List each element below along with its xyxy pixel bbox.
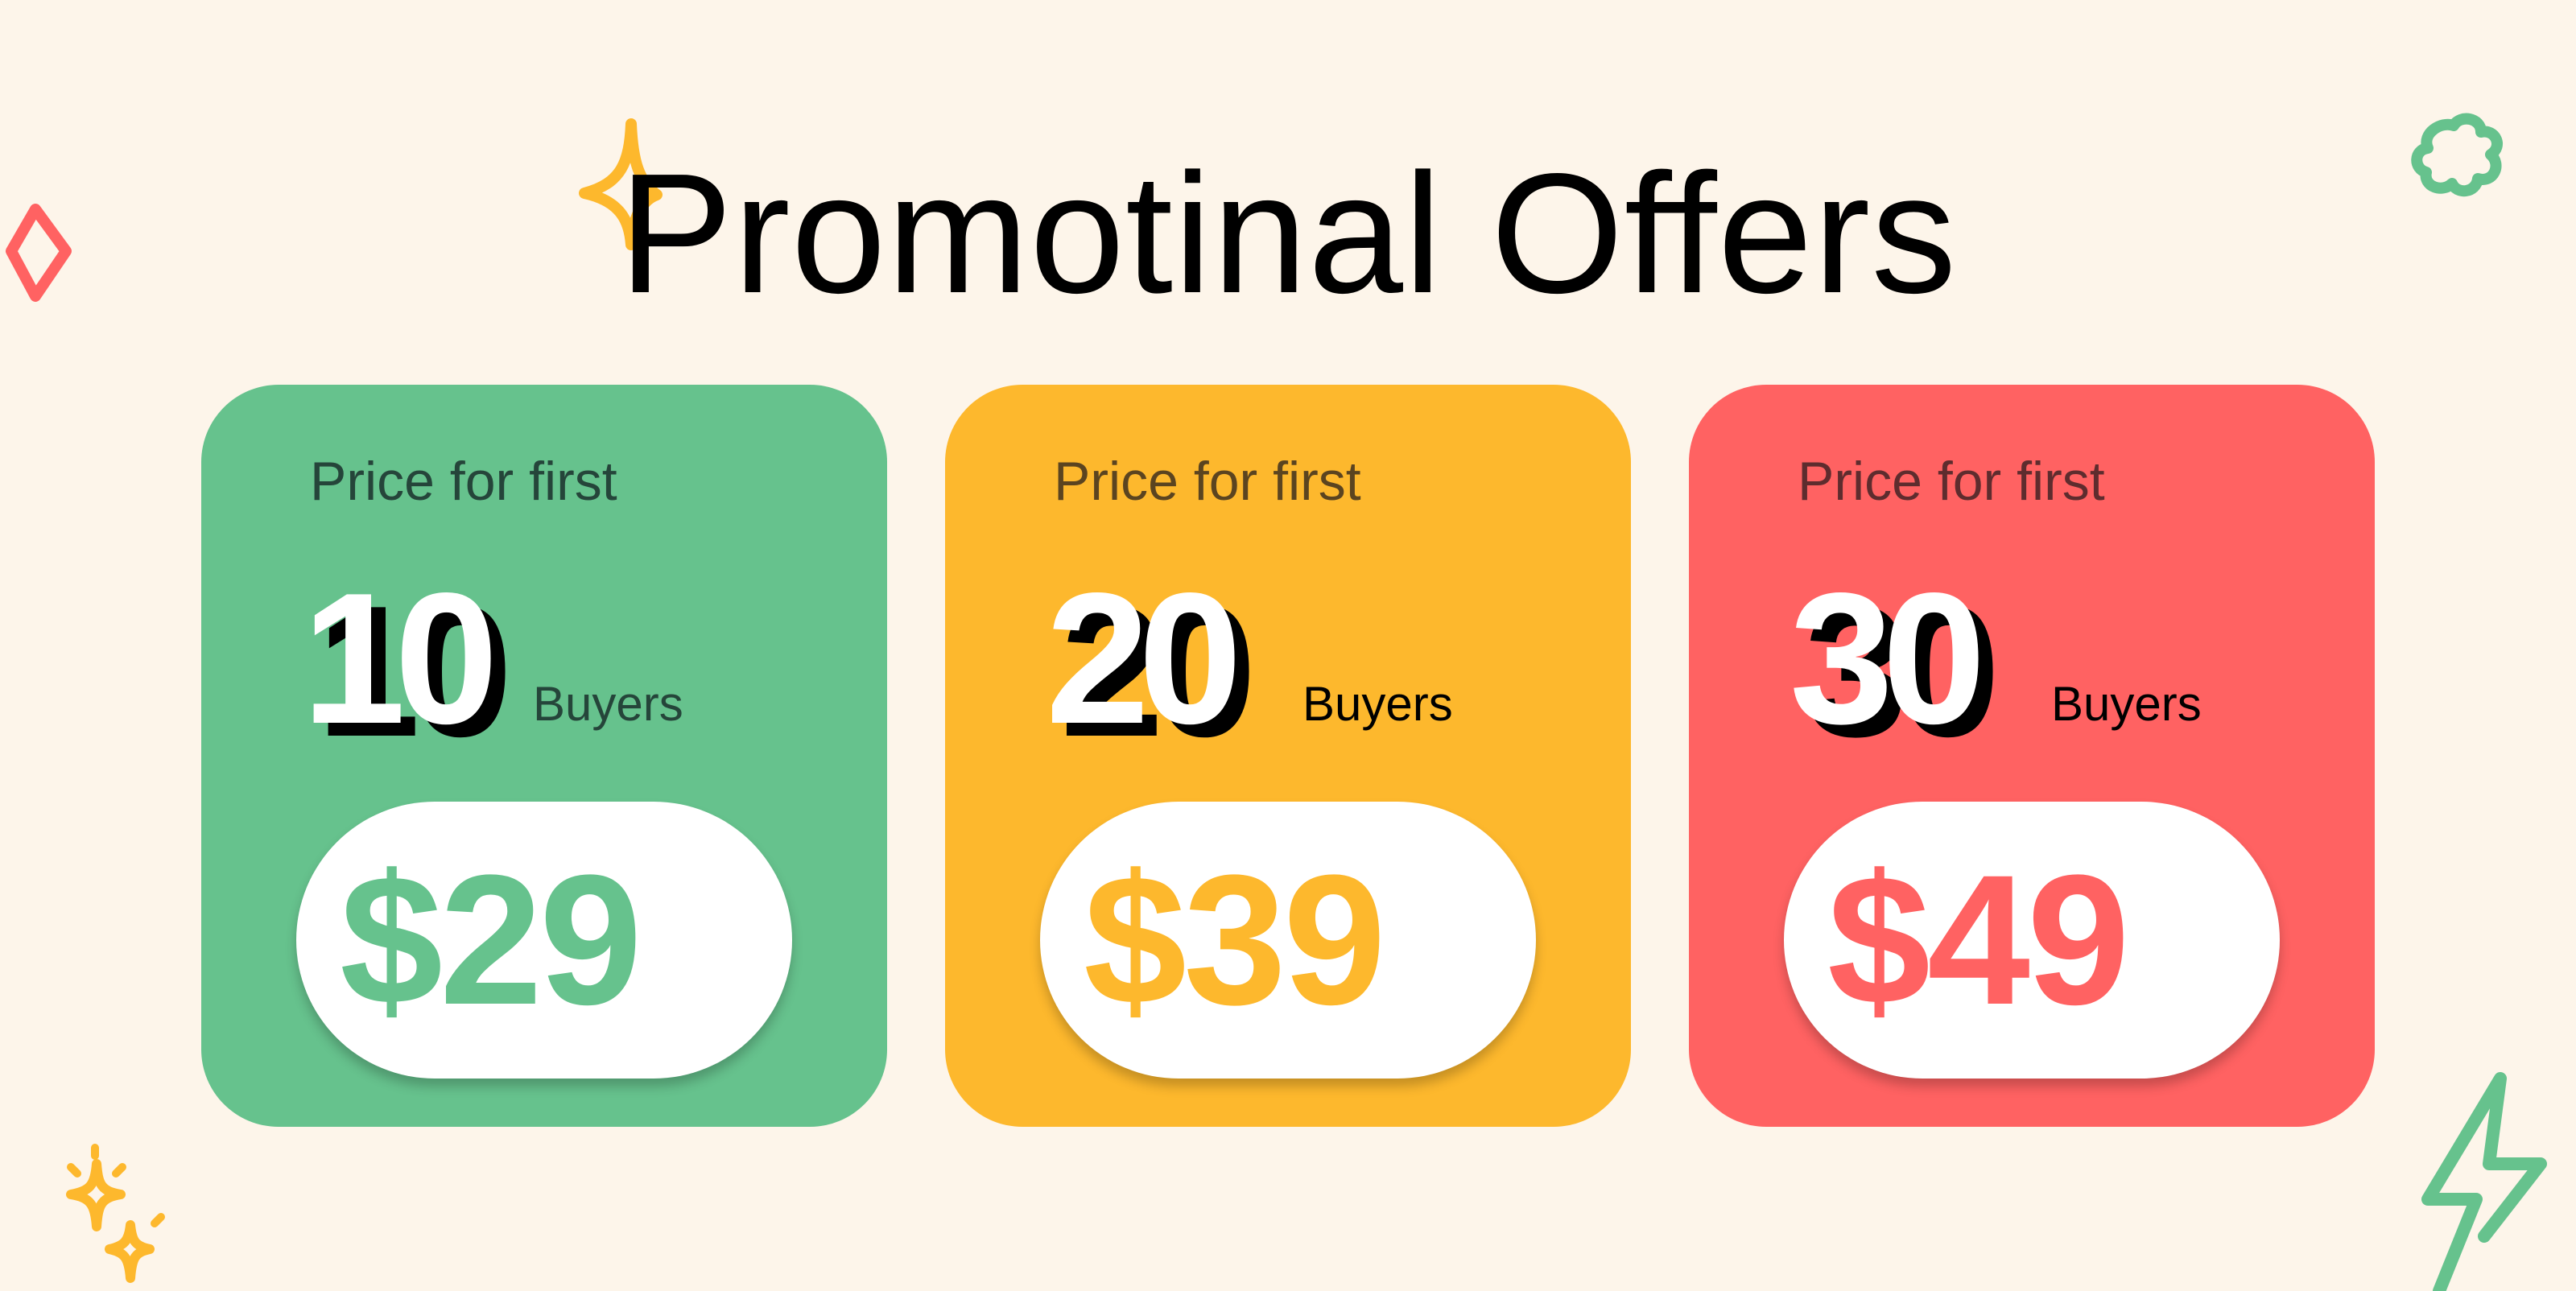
offer-caption: Price for first: [310, 451, 617, 512]
buyer-count-value: 30: [1790, 555, 1986, 763]
price-pill[interactable]: $29: [296, 802, 792, 1079]
offer-card[interactable]: Price for first 30 30 Buyers $49: [1689, 385, 2375, 1127]
buyer-count-value: 20: [1046, 555, 1242, 763]
buyer-count-unit: Buyers: [2051, 677, 2202, 731]
buyer-count: 20 20: [1046, 555, 1287, 765]
buyer-count: 30 30: [1790, 555, 2031, 765]
buyer-count-unit: Buyers: [1302, 677, 1453, 731]
offer-caption: Price for first: [1798, 451, 2105, 512]
lightning-icon: [2421, 1072, 2547, 1291]
page-title: Promotinal Offers: [618, 138, 1958, 328]
offer-price: $39: [1084, 836, 1386, 1043]
price-pill[interactable]: $39: [1040, 802, 1536, 1079]
offer-card[interactable]: Price for first 10 10 Buyers $29: [201, 385, 887, 1127]
offer-price: $29: [340, 836, 642, 1043]
price-pill[interactable]: $49: [1784, 802, 2280, 1079]
sparkles-icon: [66, 1144, 165, 1283]
offer-caption: Price for first: [1054, 451, 1361, 512]
buyer-count: 10 10: [302, 555, 543, 765]
offer-price: $49: [1827, 836, 2130, 1043]
buyer-count-unit: Buyers: [533, 677, 683, 731]
buyer-count-value: 10: [302, 555, 498, 763]
offer-card[interactable]: Price for first 20 20 Buyers $39: [945, 385, 1631, 1127]
